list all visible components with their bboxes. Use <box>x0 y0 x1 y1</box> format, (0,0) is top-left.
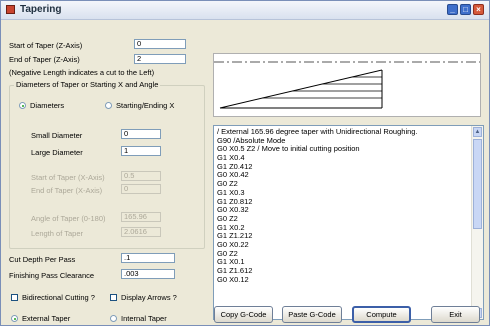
gcode-line: G1 X0.2 <box>217 222 245 232</box>
end-x-label: End of Taper (X-Axis) <box>31 186 103 195</box>
bidirectional-checkbox[interactable] <box>11 294 18 301</box>
bidirectional-label[interactable]: Bidirectional Cutting ? <box>22 293 95 302</box>
angle-label: Angle of Taper (0-180) <box>31 214 106 223</box>
taper-end-input[interactable]: 2 <box>134 54 186 64</box>
paste-gcode-button[interactable]: Paste G-Code <box>282 306 342 323</box>
close-button[interactable]: × <box>473 4 484 15</box>
scroll-thumb[interactable] <box>473 139 482 229</box>
gcode-line: G0 X0.5 Z2 / Move to initial cutting pos… <box>217 144 360 154</box>
large-diameter-label: Large Diameter <box>31 148 83 157</box>
scroll-up-icon[interactable]: ▲ <box>473 127 482 137</box>
gcode-line: G0 X0.42 <box>217 170 249 180</box>
large-diameter-input[interactable]: 1 <box>121 146 161 156</box>
gcode-line: G1 X0.4 <box>217 153 245 163</box>
app-icon <box>6 5 15 14</box>
gcode-lines: / External 165.96 degree taper with Unid… <box>217 127 472 284</box>
compute-button[interactable]: Compute <box>352 306 411 323</box>
gcode-line: G1 Z1.612 <box>217 266 253 275</box>
taper-preview-drawing <box>214 61 480 109</box>
taper-start-label: Start of Taper (Z-Axis) <box>9 41 83 50</box>
external-taper-radio[interactable] <box>11 315 18 322</box>
cut-depth-input[interactable]: .1 <box>121 253 175 263</box>
gcode-line: G0 Z2 <box>217 213 238 223</box>
roughing-passes <box>262 76 382 99</box>
taper-preview <box>213 53 481 117</box>
minimize-button[interactable]: _ <box>447 4 458 15</box>
length-input: 2.0616 <box>121 227 161 237</box>
diameters-radio[interactable] <box>19 102 26 109</box>
copy-gcode-button[interactable]: Copy G-Code <box>214 306 273 323</box>
maximize-button[interactable]: □ <box>460 4 471 15</box>
gcode-line: G1 Z1.212 <box>217 231 253 241</box>
exit-button[interactable]: Exit <box>431 306 480 323</box>
diameters-radio-label[interactable]: Diameters <box>30 101 64 110</box>
internal-taper-radio[interactable] <box>110 315 117 322</box>
angle-input: 165.96 <box>121 212 161 222</box>
gcode-textarea[interactable]: / External 165.96 degree taper with Unid… <box>213 125 484 320</box>
gcode-line: G0 X0.22 <box>217 239 249 249</box>
start-x-label: Start of Taper (X-Axis) <box>31 173 105 182</box>
taper-profile-line <box>219 69 383 109</box>
small-diameter-input[interactable]: 0 <box>121 129 161 139</box>
title-bar[interactable]: Tapering _ □ × <box>1 1 489 20</box>
starting-ending-x-radio[interactable] <box>105 102 112 109</box>
cut-depth-label: Cut Depth Per Pass <box>9 255 76 264</box>
taper-end-label: End of Taper (Z-Axis) <box>9 55 80 64</box>
diameters-group-title: Diameters of Taper or Starting X and Ang… <box>14 80 161 89</box>
internal-taper-label[interactable]: Internal Taper <box>121 314 167 323</box>
gcode-line: G1 Z0.812 <box>217 196 253 206</box>
window-title: Tapering <box>20 4 62 15</box>
taper-start-input[interactable]: 0 <box>134 39 186 49</box>
length-label: Length of Taper <box>31 229 83 238</box>
gcode-line: G1 X0.1 <box>217 257 245 267</box>
end-x-input: 0 <box>121 184 161 194</box>
finish-clearance-label: Finishing Pass Clearance <box>9 271 95 280</box>
finish-clearance-input[interactable]: .003 <box>121 269 175 279</box>
starting-ending-x-label[interactable]: Starting/Ending X <box>116 101 174 110</box>
start-x-input: 0.5 <box>121 171 161 181</box>
display-arrows-checkbox[interactable] <box>110 294 117 301</box>
display-arrows-label[interactable]: Display Arrows ? <box>121 293 177 302</box>
gcode-line: G0 Z2 <box>217 248 238 258</box>
gcode-line: G1 X0.3 <box>217 187 245 197</box>
gcode-line: G0 Z2 <box>217 179 238 189</box>
gcode-scrollbar[interactable]: ▲ ▼ <box>471 126 483 319</box>
gcode-line: G0 X0.12 <box>217 274 249 284</box>
negative-length-note: (Negative Length indicates a cut to the … <box>9 68 155 77</box>
gcode-line: G1 Z0.412 <box>217 161 253 171</box>
small-diameter-label: Small Diameter <box>31 131 83 140</box>
tapering-window: Tapering _ □ × Start of Taper (Z-Axis) 0… <box>0 0 490 326</box>
gcode-line: G0 X0.32 <box>217 205 249 215</box>
external-taper-label[interactable]: External Taper <box>22 314 70 323</box>
